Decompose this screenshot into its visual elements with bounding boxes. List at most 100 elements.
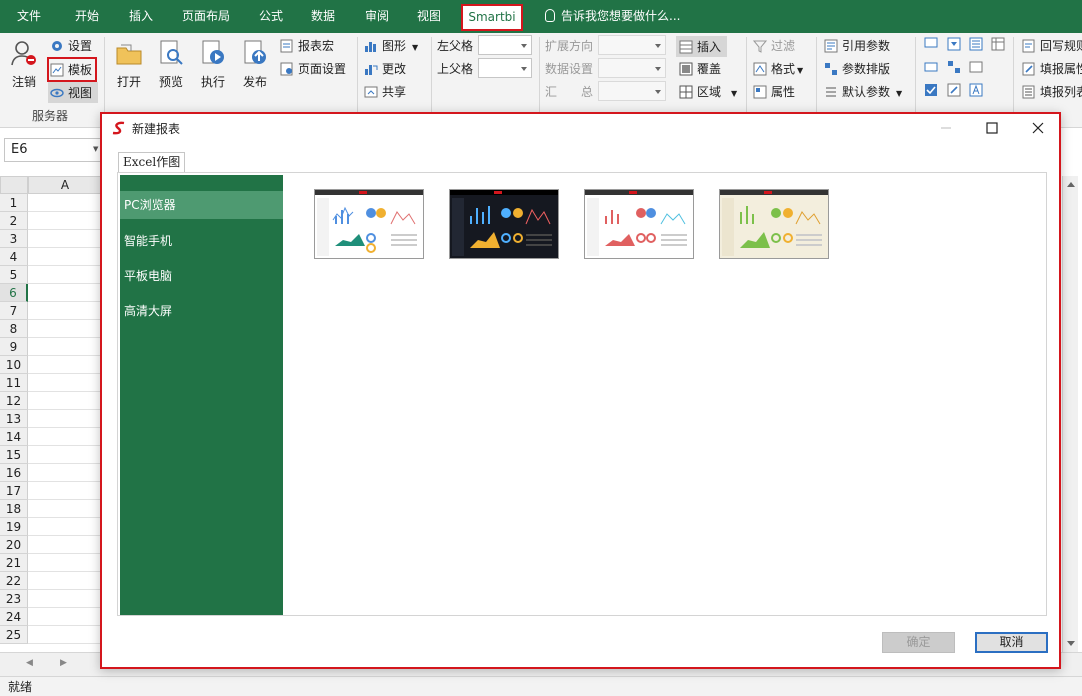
publish-button[interactable]: 发布: [237, 39, 273, 90]
row-header[interactable]: 3: [0, 230, 28, 248]
param-layout-button[interactable]: 参数排版: [824, 60, 890, 77]
control-textbox-icon[interactable]: [924, 60, 942, 74]
control-dropdown-icon[interactable]: [947, 37, 965, 51]
grid-cell[interactable]: [28, 590, 102, 608]
format-button[interactable]: 格式 ▼: [753, 60, 803, 77]
control-label-icon[interactable]: [969, 83, 987, 97]
grid-cell[interactable]: [28, 482, 102, 500]
grid-cell[interactable]: [28, 338, 102, 356]
control-tree-icon[interactable]: [947, 60, 965, 74]
row-header[interactable]: 9: [0, 338, 28, 356]
row-header[interactable]: 15: [0, 446, 28, 464]
grid-cell[interactable]: [28, 428, 102, 446]
tab-smartbi[interactable]: Smartbi: [461, 4, 523, 31]
row-header[interactable]: 17: [0, 482, 28, 500]
sheet-nav-prev-icon[interactable]: ◀: [26, 658, 33, 668]
row-header[interactable]: 18: [0, 500, 28, 518]
open-button[interactable]: 打开: [111, 39, 147, 90]
top-parent-dropdown[interactable]: [478, 58, 532, 78]
tab-insert[interactable]: 插入: [118, 0, 164, 33]
control-ip-icon[interactable]: [924, 37, 942, 51]
cancel-button[interactable]: 取消: [975, 632, 1048, 653]
overwrite-button[interactable]: 覆盖: [679, 60, 721, 77]
template-button[interactable]: 模板: [46, 57, 98, 82]
writeback-rule-button[interactable]: 回写规则: [1022, 37, 1082, 54]
select-all-corner[interactable]: [0, 176, 28, 194]
page-setup-button[interactable]: 页面设置: [280, 60, 346, 77]
row-header[interactable]: 22: [0, 572, 28, 590]
share-button[interactable]: 共享: [364, 83, 406, 100]
row-header[interactable]: 25: [0, 626, 28, 644]
row-header[interactable]: 11: [0, 374, 28, 392]
sheet-nav-next-icon[interactable]: ▶: [60, 658, 67, 668]
grid-cell[interactable]: [28, 320, 102, 338]
template-thumbnail-red[interactable]: [584, 189, 694, 259]
maximize-icon[interactable]: [980, 118, 1004, 138]
row-header[interactable]: 1: [0, 194, 28, 212]
nav-smartphone[interactable]: 智能手机: [120, 227, 283, 255]
row-header[interactable]: 10: [0, 356, 28, 374]
grid-cell[interactable]: [28, 608, 102, 626]
grid-cell[interactable]: [28, 266, 102, 284]
fill-attribute-button[interactable]: 填报属性: [1022, 60, 1082, 77]
tab-data[interactable]: 数据: [300, 0, 346, 33]
grid-cell[interactable]: [28, 500, 102, 518]
control-edit-icon[interactable]: [947, 83, 965, 97]
tab-home[interactable]: 开始: [64, 0, 110, 33]
row-header[interactable]: 7: [0, 302, 28, 320]
grid-cell[interactable]: [28, 410, 102, 428]
settings-button[interactable]: 设置: [50, 37, 92, 54]
grid-cell[interactable]: [28, 626, 102, 644]
grid-cell[interactable]: [28, 284, 102, 302]
vertical-scrollbar[interactable]: [1062, 176, 1078, 652]
template-thumbnail-white[interactable]: [314, 189, 424, 259]
row-header[interactable]: 14: [0, 428, 28, 446]
row-header[interactable]: 6: [0, 284, 28, 302]
fill-list-button[interactable]: 填报列表: [1022, 83, 1082, 100]
scroll-down-icon[interactable]: [1067, 641, 1075, 646]
view-button[interactable]: 视图: [48, 82, 99, 103]
row-header[interactable]: 21: [0, 554, 28, 572]
grid-cell[interactable]: [28, 302, 102, 320]
nav-hd-screen[interactable]: 高清大屏: [120, 297, 283, 325]
expand-direction-dropdown[interactable]: [598, 35, 666, 55]
close-icon[interactable]: [1026, 118, 1050, 138]
grid-cell[interactable]: [28, 248, 102, 266]
filter-button[interactable]: 过滤: [753, 37, 795, 54]
row-header[interactable]: 24: [0, 608, 28, 626]
grid-cell[interactable]: [28, 194, 102, 212]
grid-cell[interactable]: [28, 554, 102, 572]
grid-cell[interactable]: [28, 464, 102, 482]
scroll-up-icon[interactable]: [1067, 182, 1075, 187]
column-header-a[interactable]: A: [28, 176, 102, 194]
logout-button[interactable]: 注销: [6, 39, 42, 90]
execute-button[interactable]: 执行: [195, 39, 231, 90]
nav-tablet[interactable]: 平板电脑: [120, 262, 283, 290]
row-header[interactable]: 4: [0, 248, 28, 266]
grid-cell[interactable]: [28, 536, 102, 554]
chart-button[interactable]: 图形 ▼: [364, 37, 418, 54]
tab-page-layout[interactable]: 页面布局: [172, 0, 240, 33]
attribute-button[interactable]: 属性: [753, 83, 795, 100]
minimize-icon[interactable]: [934, 118, 958, 138]
grid-cell[interactable]: [28, 446, 102, 464]
report-macro-button[interactable]: 报表宏: [280, 37, 334, 54]
left-parent-dropdown[interactable]: [478, 35, 532, 55]
grid-cell[interactable]: [28, 212, 102, 230]
tab-excel-chart[interactable]: Excel作图: [118, 152, 186, 173]
reference-param-button[interactable]: 引用参数: [824, 37, 890, 54]
row-header[interactable]: 8: [0, 320, 28, 338]
row-header[interactable]: 20: [0, 536, 28, 554]
area-button[interactable]: 区域 ▼: [679, 83, 737, 100]
control-table-icon[interactable]: [991, 37, 1009, 51]
control-frame-icon[interactable]: [969, 60, 987, 74]
default-param-button[interactable]: 默认参数 ▼: [824, 83, 902, 100]
summary-dropdown[interactable]: [598, 81, 666, 101]
tab-formulas[interactable]: 公式: [248, 0, 294, 33]
grid-cell[interactable]: [28, 356, 102, 374]
row-header[interactable]: 2: [0, 212, 28, 230]
control-list-icon[interactable]: [969, 37, 987, 51]
tab-file[interactable]: 文件: [6, 0, 52, 33]
grid-cell[interactable]: [28, 392, 102, 410]
row-header[interactable]: 12: [0, 392, 28, 410]
